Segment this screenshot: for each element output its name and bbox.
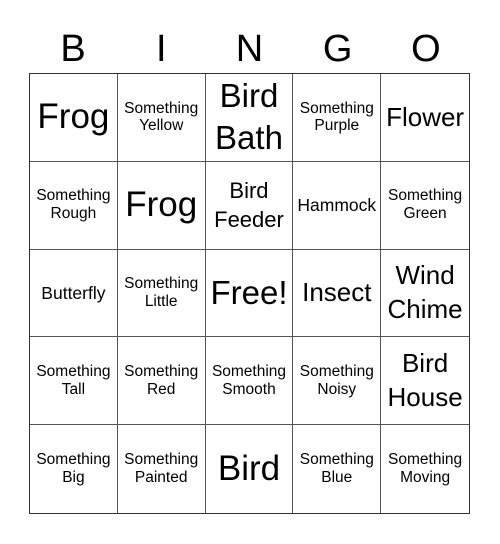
bingo-cell[interactable]: Hammock (293, 161, 382, 250)
header-letter-n: N (235, 28, 264, 70)
bingo-cell[interactable]: Something Noisy (293, 337, 382, 426)
bingo-cell[interactable]: Something Smooth (205, 337, 294, 426)
bingo-cell[interactable]: Bird (206, 425, 294, 513)
bingo-grid: Frog Something Yellow Bird Bath Something P… (29, 73, 470, 514)
header-letter-o: O (411, 28, 441, 70)
bingo-cell[interactable]: Frog (117, 161, 206, 250)
bingo-cell[interactable]: Something Yellow (117, 74, 206, 162)
header-letter-g: G (322, 28, 353, 70)
bingo-cell[interactable]: Free! (205, 249, 294, 338)
bingo-cell[interactable]: Wind Chime (381, 250, 469, 338)
header-letter-i: I (156, 28, 167, 70)
bingo-cell[interactable]: Something Red (117, 337, 206, 426)
bingo-cell[interactable]: Bird House (381, 337, 469, 426)
bingo-header: B I N G O (29, 26, 470, 72)
bingo-cell[interactable]: Something Blue (293, 425, 382, 513)
bingo-cell[interactable]: Something Little (117, 249, 206, 338)
bingo-cell[interactable]: Something Tall (30, 337, 118, 426)
bingo-cell[interactable]: Bird Bath (205, 74, 294, 162)
bingo-cell[interactable]: Something Moving (381, 425, 469, 513)
bingo-cell[interactable]: Something Painted (118, 425, 206, 513)
bingo-cell[interactable]: Frog (30, 74, 118, 162)
bingo-cell[interactable]: Insect (293, 249, 382, 338)
header-letter-b: B (60, 28, 86, 70)
bingo-cell[interactable]: Something Big (30, 425, 118, 513)
bingo-cell[interactable]: Flower (381, 74, 469, 162)
bingo-cell[interactable]: Something Green (381, 162, 469, 250)
bingo-cell[interactable]: Something Purple (293, 74, 382, 162)
bingo-cell[interactable]: Butterfly (30, 249, 118, 338)
bingo-cell[interactable]: Bird Feeder (205, 161, 294, 250)
bingo-cell[interactable]: Something Rough (30, 161, 118, 250)
